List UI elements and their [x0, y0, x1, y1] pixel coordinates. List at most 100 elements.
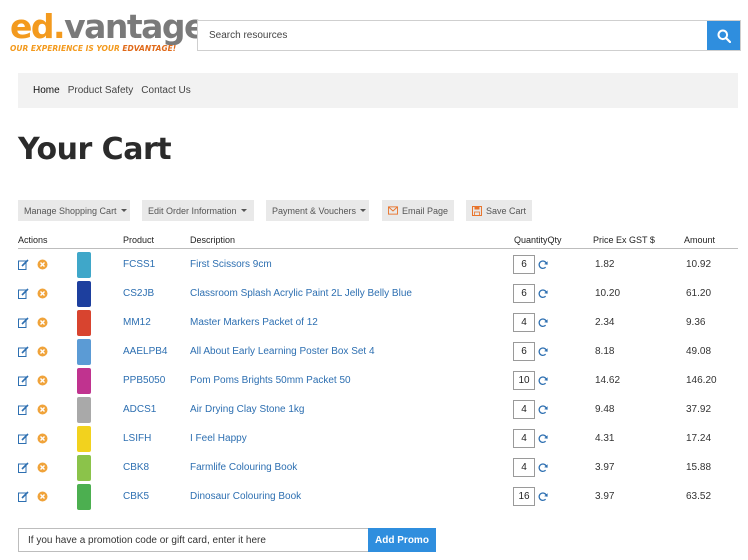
quantity-input[interactable]: 4	[513, 429, 535, 448]
product-code[interactable]: CBK8	[123, 453, 149, 482]
floppy-disk-icon	[472, 205, 482, 216]
line-amount: 61.20	[686, 288, 712, 299]
line-amount: 37.92	[686, 404, 712, 415]
edit-icon[interactable]	[18, 337, 30, 366]
quantity-input[interactable]: 6	[513, 342, 535, 361]
quantity-input[interactable]: 4	[513, 400, 535, 419]
product-description[interactable]: I Feel Happy	[190, 424, 247, 453]
product-description[interactable]: All About Early Learning Poster Box Set …	[190, 337, 375, 366]
remove-icon[interactable]	[37, 366, 49, 395]
refresh-icon[interactable]	[538, 366, 550, 395]
product-thumbnail[interactable]	[64, 395, 104, 424]
caret-down-icon	[240, 209, 247, 212]
refresh-icon[interactable]	[538, 453, 550, 482]
quantity-field[interactable]: 4	[513, 424, 537, 453]
nav-contact-us[interactable]: Contact Us	[141, 85, 190, 96]
product-description[interactable]: First Scissors 9cm	[190, 250, 272, 279]
refresh-icon[interactable]	[538, 424, 550, 453]
product-code[interactable]: LSIFH	[123, 424, 151, 453]
product-description[interactable]: Dinosaur Colouring Book	[190, 482, 301, 511]
product-code[interactable]: FCSS1	[123, 250, 155, 279]
edit-icon[interactable]	[18, 366, 30, 395]
logo-wordmark: ed.vantage	[10, 7, 206, 46]
product-thumbnail[interactable]	[64, 453, 104, 482]
edit-icon[interactable]	[18, 453, 30, 482]
product-thumbnail[interactable]	[64, 424, 104, 453]
search-input[interactable]	[198, 21, 707, 50]
unit-price: 1.82	[595, 259, 615, 270]
product-code[interactable]: MM12	[123, 308, 151, 337]
edit-icon[interactable]	[18, 279, 30, 308]
edit-icon[interactable]	[18, 308, 30, 337]
header-description: Description	[190, 235, 236, 245]
quantity-field[interactable]: 10	[513, 366, 537, 395]
nav-product-safety[interactable]: Product Safety	[68, 85, 134, 96]
product-thumbnail[interactable]	[64, 308, 104, 337]
remove-icon[interactable]	[37, 250, 49, 279]
quantity-field[interactable]: 4	[513, 395, 537, 424]
caret-down-icon	[120, 209, 127, 212]
product-description[interactable]: Master Markers Packet of 12	[190, 308, 318, 337]
quantity-input[interactable]: 6	[513, 255, 535, 274]
header-price: Price Ex GST $	[593, 235, 655, 245]
quantity-field[interactable]: 6	[513, 279, 537, 308]
product-code[interactable]: PPB5050	[123, 366, 165, 395]
quantity-input[interactable]: 4	[513, 458, 535, 477]
product-code[interactable]: ADCS1	[123, 395, 156, 424]
quantity-field[interactable]: 16	[513, 482, 537, 511]
manage-cart-dropdown[interactable]: Manage Shopping Cart	[18, 200, 130, 221]
remove-icon[interactable]	[37, 453, 49, 482]
promo-code-input[interactable]	[18, 528, 368, 552]
product-thumbnail[interactable]	[64, 250, 104, 279]
unit-price: 14.62	[595, 375, 621, 386]
product-description[interactable]: Pom Poms Brights 50mm Packet 50	[190, 366, 351, 395]
quantity-field[interactable]: 6	[513, 250, 537, 279]
quantity-input[interactable]: 4	[513, 313, 535, 332]
product-thumbnail[interactable]	[64, 366, 104, 395]
header-amount: Amount	[684, 235, 716, 245]
product-code[interactable]: CS2JB	[123, 279, 154, 308]
refresh-icon[interactable]	[538, 279, 550, 308]
quantity-input[interactable]: 16	[513, 487, 535, 506]
save-cart-button[interactable]: Save Cart	[466, 200, 532, 221]
refresh-icon[interactable]	[538, 482, 550, 511]
remove-icon[interactable]	[37, 424, 49, 453]
search-icon	[717, 29, 731, 43]
quantity-field[interactable]: 4	[513, 453, 537, 482]
quantity-input[interactable]: 10	[513, 371, 535, 390]
product-code[interactable]: AAELPB4	[123, 337, 167, 366]
nav-home[interactable]: Home	[33, 85, 60, 96]
add-promo-button[interactable]: Add Promo	[368, 528, 436, 552]
logo[interactable]: ed.vantage OUR EXPERIENCE IS YOUR EDVANT…	[10, 7, 206, 58]
edit-order-dropdown[interactable]: Edit Order Information	[142, 200, 254, 221]
refresh-icon[interactable]	[538, 337, 550, 366]
product-thumbnail[interactable]	[64, 482, 104, 511]
payment-vouchers-dropdown[interactable]: Payment & Vouchers	[266, 200, 369, 221]
quantity-field[interactable]: 6	[513, 337, 537, 366]
quantity-input[interactable]: 6	[513, 284, 535, 303]
product-description[interactable]: Classroom Splash Acrylic Paint 2L Jelly …	[190, 279, 412, 308]
refresh-icon[interactable]	[538, 395, 550, 424]
product-code[interactable]: CBK5	[123, 482, 149, 511]
refresh-icon[interactable]	[538, 308, 550, 337]
product-thumbnail[interactable]	[64, 279, 104, 308]
remove-icon[interactable]	[37, 279, 49, 308]
remove-icon[interactable]	[37, 308, 49, 337]
search-button[interactable]	[707, 21, 740, 50]
edit-icon[interactable]	[18, 482, 30, 511]
unit-price: 9.48	[595, 404, 615, 415]
email-page-button[interactable]: Email Page	[382, 200, 454, 221]
remove-icon[interactable]	[37, 395, 49, 424]
remove-icon[interactable]	[37, 337, 49, 366]
table-row: CBK5 Dinosaur Colouring Book 16 3.97 63.52	[18, 482, 738, 511]
edit-icon[interactable]	[18, 395, 30, 424]
product-description[interactable]: Farmlife Colouring Book	[190, 453, 297, 482]
product-thumbnail[interactable]	[64, 337, 104, 366]
remove-icon[interactable]	[37, 482, 49, 511]
edit-icon[interactable]	[18, 424, 30, 453]
edit-icon[interactable]	[18, 250, 30, 279]
refresh-icon[interactable]	[538, 250, 550, 279]
product-description[interactable]: Air Drying Clay Stone 1kg	[190, 395, 305, 424]
quantity-field[interactable]: 4	[513, 308, 537, 337]
line-amount: 63.52	[686, 491, 712, 502]
